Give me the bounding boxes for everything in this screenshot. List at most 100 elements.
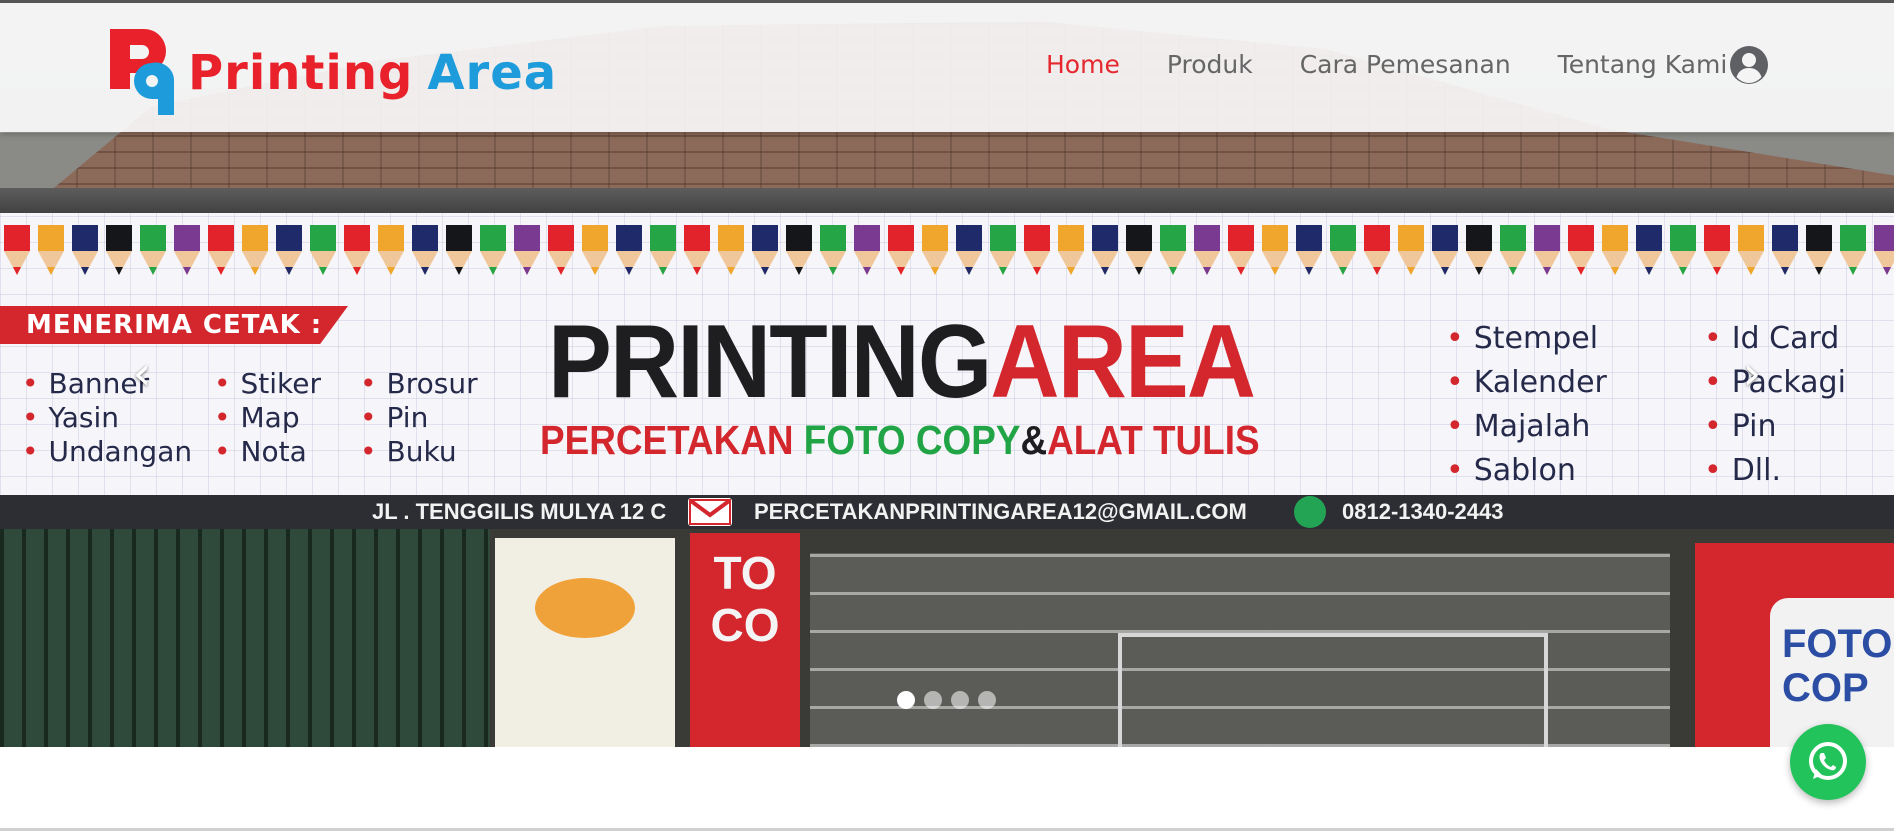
service-item: Yasin: [22, 401, 192, 435]
pencil-icon: [1024, 225, 1050, 275]
pencil-icon: [140, 225, 166, 275]
pencil-icon: [1772, 225, 1798, 275]
pencil-icon: [1364, 225, 1390, 275]
nav-cara-pemesanan[interactable]: Cara Pemesanan: [1300, 47, 1511, 83]
user-circle-icon[interactable]: [1729, 45, 1769, 85]
banner-contact-bar: JL . TENGGILIS MULYA 12 C PERCETAKANPRIN…: [0, 495, 1894, 529]
pencil-icon: [4, 225, 30, 275]
carousel-prev-button[interactable]: ‹: [122, 343, 162, 403]
menerima-text: MENERIMA CETAK :: [26, 310, 323, 340]
service-item: Pin: [1704, 405, 1846, 449]
carousel-dot-4[interactable]: [978, 691, 996, 709]
pencil-border-icon: [4, 225, 1894, 275]
nav-produk[interactable]: Produk: [1167, 47, 1253, 83]
banner-tagline: PERCETAKAN FOTO COPY&ALAT TULIS: [540, 417, 1260, 463]
pencil-icon: [174, 225, 200, 275]
hero-bg-poster: [495, 538, 675, 747]
banner-brand-title: PRINTINGAREA: [548, 308, 1256, 416]
pencil-icon: [1228, 225, 1254, 275]
pencil-icon: [1874, 225, 1894, 275]
pencil-icon: [1398, 225, 1424, 275]
service-item: Dll.: [1704, 449, 1846, 493]
pencil-icon: [1432, 225, 1458, 275]
pencil-icon: [718, 225, 744, 275]
hero-bg-red-panel: TO CO: [690, 533, 800, 747]
mail-icon: [688, 498, 732, 526]
service-item: Sablon: [1446, 449, 1607, 493]
poster-logo: [535, 578, 635, 638]
service-item: Brosur: [360, 367, 478, 401]
service-item: Stempel: [1446, 317, 1607, 361]
pencil-icon: [1738, 225, 1764, 275]
pencil-icon: [1534, 225, 1560, 275]
service-item: Id Card: [1704, 317, 1846, 361]
hero-bg-gate: [0, 523, 490, 747]
pencil-icon: [1670, 225, 1696, 275]
tagline-percetakan: PERCETAKAN: [540, 417, 794, 463]
pencil-icon: [1840, 225, 1866, 275]
tagline-alat-tulis: ALAT TULIS: [1047, 417, 1260, 463]
pencil-icon: [242, 225, 268, 275]
pencil-icon: [208, 225, 234, 275]
carousel-next-button[interactable]: ›: [1732, 343, 1772, 403]
navbar: Printing Area Home Produk Cara Pemesanan Ten…: [0, 3, 1894, 132]
service-list-5: Id CardPackagiPinDll.: [1704, 317, 1846, 493]
pencil-icon: [1704, 225, 1730, 275]
hero-bg-shelf-frame: [1118, 633, 1548, 747]
pencil-icon: [616, 225, 642, 275]
pencil-icon: [956, 225, 982, 275]
pencil-icon: [684, 225, 710, 275]
pencil-icon: [378, 225, 404, 275]
pencil-icon: [820, 225, 846, 275]
pencil-icon: [1466, 225, 1492, 275]
menerima-cetak-label: MENERIMA CETAK :: [0, 306, 348, 344]
banner-phone: 0812-1340-2443: [1342, 499, 1504, 524]
service-item: Pin: [360, 401, 478, 435]
service-item: Undangan: [22, 435, 193, 469]
pencil-icon: [1126, 225, 1152, 275]
carousel-dot-2[interactable]: [924, 691, 942, 709]
pencil-icon: [1568, 225, 1594, 275]
brand-word-area: Area: [427, 45, 558, 101]
pencil-icon: [412, 225, 438, 275]
pencil-icon: [1262, 225, 1288, 275]
pencil-icon: [922, 225, 948, 275]
service-list-1: BannerYasinUndangan: [22, 367, 193, 469]
carousel-dot-1[interactable]: [897, 691, 915, 709]
brand-wordmark: Printing Area: [188, 45, 557, 101]
service-item: Packagi: [1704, 361, 1846, 405]
service-item: Nota: [214, 435, 321, 469]
service-item: Buku: [360, 435, 478, 469]
nav-home[interactable]: Home: [1046, 47, 1120, 83]
right-sign-text: FOTO COP: [1782, 622, 1893, 710]
pencil-icon: [1602, 225, 1628, 275]
tagline-foto-copy: FOTO COPY: [803, 417, 1021, 463]
pencil-icon: [990, 225, 1016, 275]
pencil-icon: [480, 225, 506, 275]
top-border: [0, 0, 1894, 3]
carousel-dot-3[interactable]: [951, 691, 969, 709]
service-item: Banner: [22, 367, 192, 401]
pencil-icon: [1296, 225, 1322, 275]
service-list-3: BrosurPinBuku: [360, 367, 478, 469]
shop-banner: MENERIMA CETAK : BannerYasinUndangan Sti…: [0, 213, 1894, 529]
pencil-icon: [888, 225, 914, 275]
pencil-icon: [1058, 225, 1084, 275]
pencil-icon: [106, 225, 132, 275]
service-list-2: StikerMapNota: [214, 367, 322, 469]
pencil-icon: [650, 225, 676, 275]
pencil-icon: [854, 225, 880, 275]
nav-tentang-kami[interactable]: Tentang Kami: [1558, 47, 1728, 83]
pencil-icon: [548, 225, 574, 275]
pq-logo-icon: [110, 29, 175, 115]
pencil-icon: [310, 225, 336, 275]
pencil-icon: [786, 225, 812, 275]
pencil-icon: [38, 225, 64, 275]
brand-logo[interactable]: Printing Area: [104, 23, 556, 119]
service-item: Stiker: [214, 367, 322, 401]
whatsapp-float-button[interactable]: [1790, 724, 1866, 800]
carousel-indicators: [897, 691, 996, 711]
shop-sign-text: TO CO: [710, 547, 780, 651]
pencil-icon: [1092, 225, 1118, 275]
whatsapp-icon: [1809, 742, 1847, 780]
